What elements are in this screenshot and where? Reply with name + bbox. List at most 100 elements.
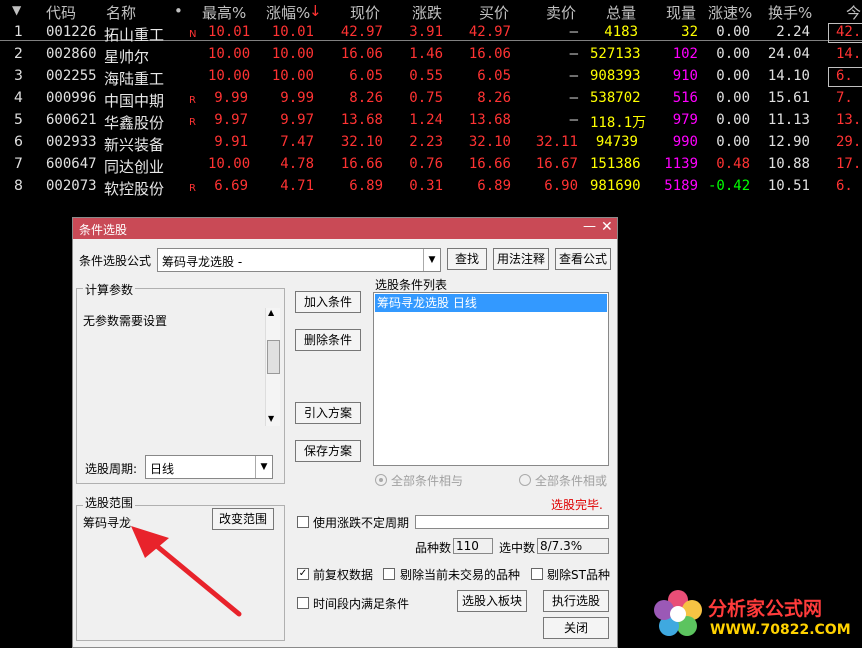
condition-list-item[interactable]: 筹码寻龙选股 日线 xyxy=(375,294,607,312)
cell-code: 002255 xyxy=(46,68,97,84)
radio-or[interactable] xyxy=(519,474,531,486)
period-select[interactable]: 日线 ▼ xyxy=(145,455,273,479)
period-chevron-icon[interactable]: ▼ xyxy=(255,456,272,478)
delete-condition-button[interactable]: 删除条件 xyxy=(295,329,361,351)
col-change-pct[interactable]: 涨幅% xyxy=(266,2,310,23)
cell-cur: 102 xyxy=(672,46,698,62)
table-row[interactable]: 7 600647 同达创业 10.00 4.78 16.66 0.76 16.66 16.67 1… xyxy=(0,154,862,176)
import-plan-button[interactable]: 引入方案 xyxy=(295,402,361,424)
count-field: 110 xyxy=(453,538,493,554)
cell-name: 星帅尔 xyxy=(104,48,150,66)
cell-pct: 7.47 xyxy=(280,134,314,150)
sort-arrow-icon[interactable]: ▼ xyxy=(12,3,21,17)
table-row[interactable]: 6 002933 新兴装备 9.91 7.47 32.10 2.23 32.10 32.11 94… xyxy=(0,132,862,154)
cell-turn: 24.04 xyxy=(767,46,810,62)
condition-list[interactable]: 筹码寻龙选股 日线 xyxy=(373,292,609,466)
view-formula-button[interactable]: 查看公式 xyxy=(555,248,611,270)
close-button[interactable]: 关闭 xyxy=(543,617,609,639)
cell-idx: 4 xyxy=(14,90,23,106)
usage-button[interactable]: 用法注释 xyxy=(493,248,549,270)
radio-or-label: 全部条件相或 xyxy=(535,474,608,488)
cell-cur: 1139 xyxy=(664,156,698,172)
cell-flag: R xyxy=(189,183,196,194)
cell-high: 9.99 xyxy=(214,90,248,106)
cell-pct: 10.00 xyxy=(271,46,314,62)
flower-logo-icon xyxy=(654,590,702,636)
dialog-titlebar[interactable]: 条件选股 — ✕ xyxy=(73,218,617,239)
col-high[interactable]: 最高% xyxy=(202,2,246,23)
fq-checkbox[interactable]: ✓ xyxy=(297,568,309,580)
cell-price: 6.89 xyxy=(349,178,383,194)
col-cur-vol[interactable]: 现量 xyxy=(666,2,696,23)
col-turnover[interactable]: 换手% xyxy=(768,2,812,23)
cell-vol: 538702 xyxy=(590,90,641,106)
count-label: 品种数 xyxy=(415,541,452,555)
cell-name: 海陆重工 xyxy=(104,70,165,88)
cell-high: 9.91 xyxy=(214,134,248,150)
table-row[interactable]: 4 000996 中国中期 R 9.99 9.99 8.26 0.75 8.26 –538702 5… xyxy=(0,88,862,110)
col-bid[interactable]: 买价 xyxy=(479,2,509,23)
cell-today: 29. xyxy=(836,134,862,150)
formula-select[interactable]: 筹码寻龙选股 - ▼ xyxy=(157,248,441,272)
to-block-button[interactable]: 选股入板块 xyxy=(457,590,527,612)
cell-vol: 908393 xyxy=(590,68,641,84)
col-speed[interactable]: 涨速% xyxy=(708,2,752,23)
uncertain-period-checkbox[interactable] xyxy=(297,516,309,528)
cell-vol: 151386 xyxy=(590,156,641,172)
execute-button[interactable]: 执行选股 xyxy=(543,590,609,612)
add-condition-button[interactable]: 加入条件 xyxy=(295,291,361,313)
col-code[interactable]: 代码 xyxy=(46,2,76,23)
close-icon[interactable]: ✕ xyxy=(601,219,613,235)
cell-high: 10.00 xyxy=(208,68,251,84)
cell-pct: 4.71 xyxy=(280,178,314,194)
cell-high: 6.69 xyxy=(214,178,248,194)
col-price[interactable]: 现价 xyxy=(350,2,380,23)
cell-idx: 1 xyxy=(14,24,23,40)
selected-value: 8/7.3% xyxy=(540,539,583,553)
col-today[interactable]: 今 xyxy=(846,2,861,23)
cell-chg: 2.23 xyxy=(409,134,443,150)
chevron-down-icon[interactable]: ▼ xyxy=(423,249,440,271)
time-range-checkbox[interactable] xyxy=(297,597,309,609)
table-header: ▼ 代码 名称 • 最高% 涨幅% ↓ 现价 涨跌 买价 卖价 总量 现量 涨速… xyxy=(0,0,862,22)
cell-name: 同达创业 xyxy=(104,158,165,176)
col-volume[interactable]: 总量 xyxy=(606,2,636,23)
table-row[interactable]: 2 002860 星帅尔 10.00 10.00 16.06 1.46 16.06 –52713… xyxy=(0,44,862,66)
cell-today: 13. xyxy=(836,112,862,128)
remove-st-checkbox[interactable] xyxy=(531,568,543,580)
col-name[interactable]: 名称 xyxy=(106,2,136,23)
save-plan-button[interactable]: 保存方案 xyxy=(295,440,361,462)
uncertain-period-input[interactable] xyxy=(415,515,609,529)
cell-ask: 16.67 xyxy=(535,156,578,172)
col-ask[interactable]: 卖价 xyxy=(546,2,576,23)
cell-turn: 15.61 xyxy=(767,90,810,106)
cell-price: 13.68 xyxy=(340,112,383,128)
time-range-label: 时间段内满足条件 xyxy=(313,597,410,611)
radio-and[interactable] xyxy=(375,474,387,486)
params-scrollbar[interactable]: ▲ ▼ xyxy=(265,308,280,426)
col-change[interactable]: 涨跌 xyxy=(412,2,442,23)
table-row[interactable]: 8 002073 软控股份 R 6.69 4.71 6.89 0.31 6.89 6.90 9816… xyxy=(0,176,862,198)
cell-chg: 1.24 xyxy=(409,112,443,128)
cell-pct: 4.78 xyxy=(280,156,314,172)
table-row[interactable]: 1 001226 拓山重工 N 10.01 10.01 42.97 3.91 42.97 – 418… xyxy=(0,22,862,44)
cell-today: 17. xyxy=(836,156,862,172)
cell-cur: 516 xyxy=(672,90,698,106)
cell-bid: 6.89 xyxy=(477,178,511,194)
scroll-up-icon[interactable]: ▲ xyxy=(268,308,274,317)
find-button[interactable]: 查找 xyxy=(447,248,487,270)
col-dot: • xyxy=(174,2,183,20)
minimize-icon[interactable]: — xyxy=(583,219,596,234)
cell-price: 32.10 xyxy=(340,134,383,150)
cell-chg: 0.76 xyxy=(409,156,443,172)
count-value: 110 xyxy=(456,539,479,553)
range-value: 筹码寻龙 xyxy=(83,516,132,530)
scroll-down-icon[interactable]: ▼ xyxy=(268,414,274,423)
table-row[interactable]: 3 002255 海陆重工 10.00 10.00 6.05 0.55 6.05 –908393… xyxy=(0,66,862,88)
cell-high: 10.01 xyxy=(208,24,251,40)
cell-pct: 9.99 xyxy=(280,90,314,106)
table-row[interactable]: 5 600621 华鑫股份 R 9.97 9.97 13.68 1.24 13.68 –118.1… xyxy=(0,110,862,132)
remove-suspended-checkbox[interactable] xyxy=(383,568,395,580)
fq-label: 前复权数据 xyxy=(313,568,374,582)
scroll-thumb[interactable] xyxy=(267,340,280,374)
